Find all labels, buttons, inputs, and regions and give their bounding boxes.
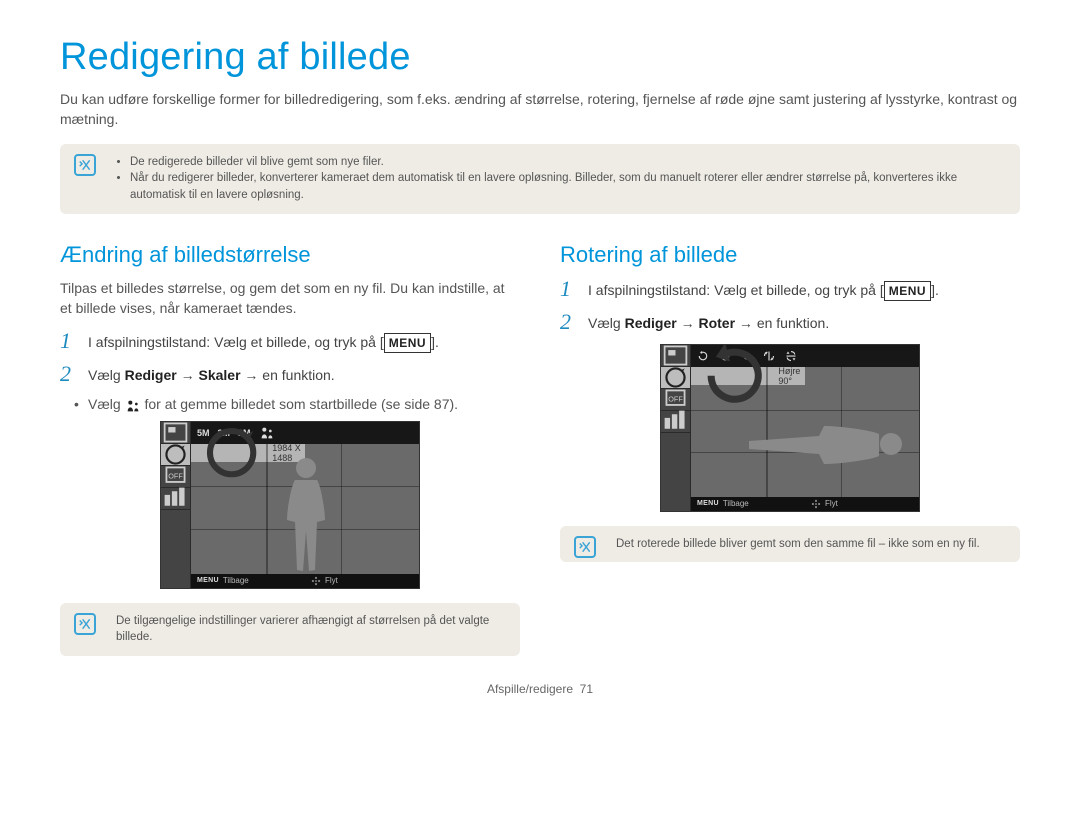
dpad-icon [811,499,821,509]
right-note-text: Det roterede billede bliver gemt som den… [614,536,1006,553]
sidebar-slot [161,488,190,510]
step1-text: I afspilningstilstand: Vælg et billede, … [588,282,884,298]
left-note-box: De tilgængelige indstillinger varierer a… [60,603,520,656]
step2-prefix: Vælg [588,315,625,331]
page-title: Redigering af billede [60,36,1020,79]
camera-screen-resize: OFF 5M 3M 1M 1984 X 1488 [160,421,420,589]
flip-v-icon [785,350,797,362]
note-icon [74,154,96,176]
step2-arrow1: → [177,367,199,383]
step1-suffix: ]. [931,282,939,298]
screen-sidebar: OFF [161,422,191,588]
step2-rediger: Rediger [125,367,177,383]
menu-label: MENU [197,577,219,584]
svg-text:OFF: OFF [168,471,183,480]
note-icon [574,536,596,558]
right-note-box: Det roterede billede bliver gemt som den… [560,526,1020,563]
step-number: 1 [560,278,578,300]
menu-key: MENU [384,333,431,353]
step2-prefix: Vælg [88,367,125,383]
step2-rediger: Rediger [625,315,677,331]
step-number: 1 [60,330,78,352]
step2-roter: Roter [698,315,735,331]
section-heading-rotate: Rotering af billede [560,242,1020,268]
move-label: Flyt [325,576,338,585]
sub-bullet: Vælg for at gemme billedet som startbill… [60,396,520,412]
menu-key: MENU [884,281,931,301]
step2-skaler: Skaler [198,367,240,383]
menu-label: MENU [697,500,719,507]
right-column: Rotering af billede 1 I afspilningstilst… [560,242,1020,656]
sub-prefix: Vælg [88,396,125,412]
person-silhouette-rotated [741,414,911,474]
note-icon [74,613,96,635]
step-2: 2 Vælg Rediger → Roter → en funktion. [560,311,1020,334]
svg-text:OFF: OFF [668,394,683,403]
step-number: 2 [60,363,78,385]
top-note-item: Når du redigerer billeder, konverterer k… [130,170,1006,203]
screen-bottombar: MENU Tilbage Flyt [191,574,419,588]
left-note-text: De tilgængelige indstillinger varierer a… [114,613,506,646]
sidebar-slot [661,411,690,433]
back-label: Tilbage [223,576,249,585]
screen-bottombar: MENU Tilbage Flyt [691,497,919,511]
back-label: Tilbage [723,499,749,508]
sub-suffix: for at gemme billedet som startbillede (… [141,396,458,412]
manual-page: Redigering af billede Du kan udføre fors… [0,0,1080,726]
step1-suffix: ]. [431,334,439,350]
step-1: 1 I afspilningstilstand: Vælg et billede… [560,278,1020,301]
page-footer: Afspille/redigere 71 [60,682,1020,696]
dpad-icon [311,576,321,586]
step2-arrow1: → [677,315,699,331]
camera-screen-rotate: OFF [660,344,920,512]
step2-suffix: → en funktion. [735,315,829,331]
top-note-item: De redigerede billeder vil blive gemt so… [130,154,1006,171]
section-heading-resize: Ændring af billedstørrelse [60,242,520,268]
footer-page: 71 [580,682,593,696]
step1-text: I afspilningstilstand: Vælg et billede, … [88,334,384,350]
step2-suffix: → en funktion. [241,367,335,383]
step-number: 2 [560,311,578,333]
move-label: Flyt [825,499,838,508]
person-icon [125,399,141,413]
intro-text: Du kan udføre forskellige former for bil… [60,89,1020,130]
left-column: Ændring af billedstørrelse Tilpas et bil… [60,242,520,656]
top-note-box: De redigerede billeder vil blive gemt so… [60,144,1020,214]
person-silhouette [271,454,341,574]
resize-paragraph: Tilpas et billedes størrelse, og gem det… [60,278,520,319]
footer-section: Afspille/redigere [487,682,573,696]
step-2: 2 Vælg Rediger → Skaler → en funktion. [60,363,520,386]
step-1: 1 I afspilningstilstand: Vælg et billede… [60,330,520,353]
screen-sidebar: OFF [661,345,691,511]
